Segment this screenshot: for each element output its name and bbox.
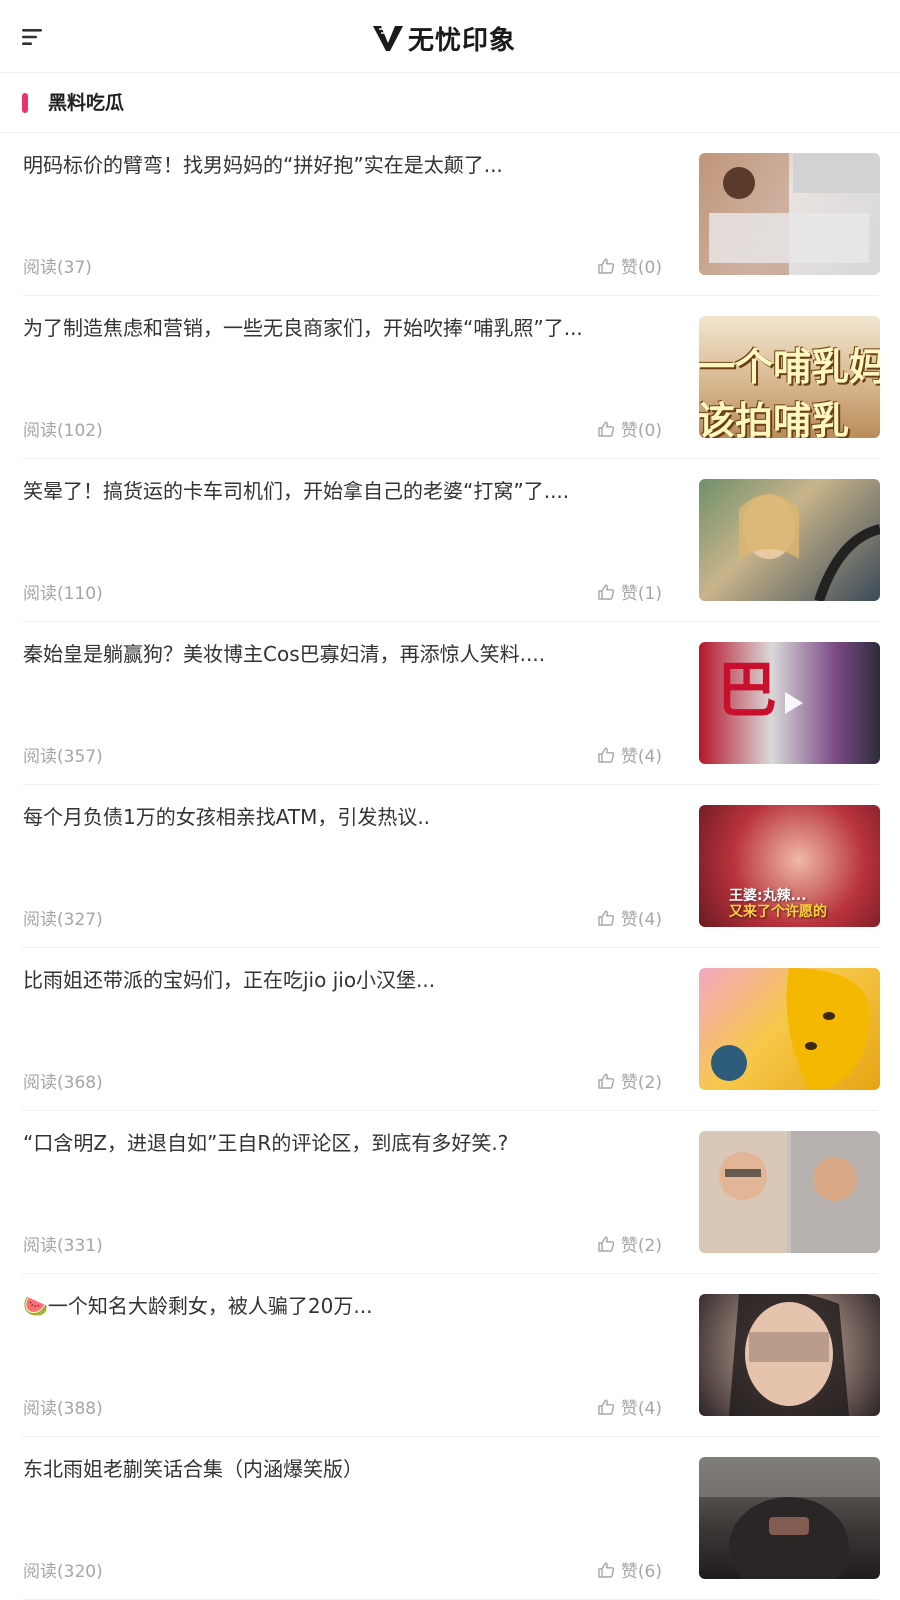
like-count: 赞(6)	[620, 1562, 662, 1582]
like-count: 赞(4)	[620, 910, 662, 930]
thumbs-up-icon	[598, 258, 615, 274]
article-thumbnail[interactable]: 一个哺乳妈 该拍哺乳	[699, 316, 880, 438]
menu-icon	[22, 29, 42, 45]
two-men-photo-image	[699, 1131, 880, 1253]
thumbs-up-icon	[598, 1399, 615, 1415]
thumbs-up-icon	[598, 747, 615, 763]
like-button[interactable]: 赞(4)	[597, 905, 662, 930]
article-item[interactable]: 笑晕了！搞货运的卡车司机们，开始拿自己的老婆“打窝”了.... 阅读(110) …	[0, 459, 900, 622]
article-item[interactable]: 🍉一个知名大龄剩女，被人骗了20万... 阅读(388) 赞(4)	[0, 1274, 900, 1437]
like-count: 赞(0)	[620, 421, 662, 441]
article-title: 比雨姐还带派的宝妈们，正在吃jio jio小汉堡...	[23, 968, 436, 992]
brand[interactable]: 无忧印象	[372, 18, 516, 58]
article-reads: 阅读(110)	[23, 584, 103, 604]
section-title: 黑料吃瓜	[48, 92, 125, 114]
thumbnail-caption: 该拍哺乳	[699, 399, 850, 438]
article-reads: 阅读(331)	[23, 1236, 103, 1256]
thumbnail-caption: 一个哺乳妈	[699, 345, 880, 389]
article-reads: 阅读(388)	[23, 1399, 103, 1419]
like-count: 赞(1)	[620, 584, 662, 604]
article-item[interactable]: 每个月负债1万的女孩相亲找ATM，引发热议.. 阅读(327) 赞(4) 王婆:…	[0, 785, 900, 948]
article-item[interactable]: “口含明Z，进退自如”王自R的评论区，到底有多好笑.? 阅读(331) 赞(2)	[0, 1111, 900, 1274]
thumbs-up-icon	[598, 1073, 615, 1089]
like-button[interactable]: 赞(0)	[597, 253, 662, 278]
thumbnail-caption: 又来了个许愿的	[729, 904, 827, 920]
like-button[interactable]: 赞(6)	[597, 1557, 662, 1582]
article-item[interactable]: 秦始皇是躺赢狗？美妆博主Cos巴寡妇清，再添惊人笑料.... 阅读(357) 赞…	[0, 622, 900, 785]
top-header: 无忧印象	[0, 0, 900, 73]
menu-button[interactable]	[18, 22, 48, 52]
article-title: 每个月负债1万的女孩相亲找ATM，引发热议..	[23, 805, 431, 829]
article-title: 笑晕了！搞货运的卡车司机们，开始拿自己的老婆“打窝”了....	[23, 479, 570, 503]
article-thumbnail[interactable]	[699, 479, 880, 601]
article-title: 🍉一个知名大龄剩女，被人骗了20万...	[23, 1294, 373, 1318]
like-count: 赞(2)	[620, 1236, 662, 1256]
article-title: 秦始皇是躺赢狗？美妆博主Cos巴寡妇清，再添惊人笑料....	[23, 642, 546, 666]
article-thumbnail[interactable]: 巴	[699, 642, 880, 764]
thumbs-up-icon	[598, 1562, 615, 1578]
article-item[interactable]: 明码标价的臂弯！找男妈妈的“拼好抱”实在是太颠了... 阅读(37) 赞(0)	[0, 133, 900, 296]
article-thumbnail[interactable]	[699, 1131, 880, 1253]
brand-logo-icon	[373, 26, 403, 51]
like-button[interactable]: 赞(2)	[597, 1231, 662, 1256]
article-title: 明码标价的臂弯！找男妈妈的“拼好抱”实在是太颠了...	[23, 153, 503, 177]
cartoon-image	[711, 968, 870, 1090]
article-thumbnail[interactable]	[699, 153, 880, 275]
article-title: “口含明Z，进退自如”王自R的评论区，到底有多好笑.?	[23, 1131, 509, 1155]
article-thumbnail[interactable]	[699, 1457, 880, 1579]
article-thumbnail[interactable]: 王婆:丸辣... 又来了个许愿的	[699, 805, 880, 927]
article-item[interactable]: 东北雨姐老蒯笑话合集（内涵爆笑版） 阅读(320) 赞(6)	[0, 1437, 900, 1600]
section-header: 黑料吃瓜	[0, 73, 900, 133]
thumbs-up-icon	[598, 1236, 615, 1252]
section-accent-bar	[22, 93, 28, 113]
like-button[interactable]: 赞(1)	[597, 579, 662, 604]
thumbs-up-icon	[598, 584, 615, 600]
like-button[interactable]: 赞(4)	[597, 1394, 662, 1419]
article-reads: 阅读(320)	[23, 1562, 103, 1582]
article-reads: 阅读(102)	[23, 421, 103, 441]
like-button[interactable]: 赞(4)	[597, 742, 662, 767]
like-count: 赞(0)	[620, 258, 662, 278]
article-title: 为了制造焦虑和营销，一些无良商家们，开始吹捧“哺乳照”了...	[23, 316, 583, 340]
collage-image-icon	[699, 153, 880, 275]
article-thumbnail[interactable]	[699, 968, 880, 1090]
like-button[interactable]: 赞(0)	[597, 416, 662, 441]
driver-photo-image	[739, 494, 880, 601]
article-thumbnail[interactable]	[699, 1294, 880, 1416]
article-item[interactable]: 为了制造焦虑和营销，一些无良商家们，开始吹捧“哺乳照”了... 阅读(102) …	[0, 296, 900, 459]
thumbs-up-icon	[598, 910, 615, 926]
article-reads: 阅读(327)	[23, 910, 103, 930]
play-icon	[785, 692, 803, 714]
like-count: 赞(2)	[620, 1073, 662, 1093]
article-item[interactable]: 比雨姐还带派的宝妈们，正在吃jio jio小汉堡... 阅读(368) 赞(2)	[0, 948, 900, 1111]
like-count: 赞(4)	[620, 1399, 662, 1419]
article-reads: 阅读(368)	[23, 1073, 103, 1093]
man-photo-image	[699, 1457, 880, 1579]
thumbs-up-icon	[598, 421, 615, 437]
article-list: 明码标价的臂弯！找男妈妈的“拼好抱”实在是太颠了... 阅读(37) 赞(0) …	[0, 133, 900, 1600]
woman-photo-image	[729, 1294, 849, 1416]
brand-name: 无忧印象	[408, 25, 517, 56]
article-title: 东北雨姐老蒯笑话合集（内涵爆笑版）	[23, 1457, 363, 1481]
like-count: 赞(4)	[620, 747, 662, 767]
article-reads: 阅读(37)	[23, 258, 92, 278]
like-button[interactable]: 赞(2)	[597, 1068, 662, 1093]
article-reads: 阅读(357)	[23, 747, 103, 767]
